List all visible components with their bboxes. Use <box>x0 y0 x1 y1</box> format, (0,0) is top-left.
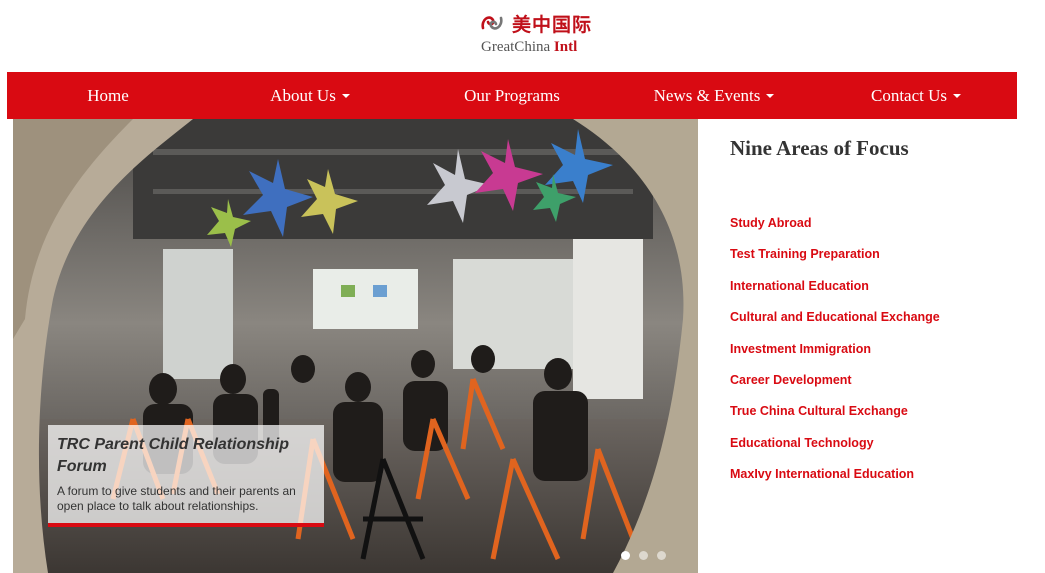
focus-link-international-education[interactable]: International Education <box>730 279 1030 310</box>
focus-link-cultural-exchange[interactable]: Cultural and Educational Exchange <box>730 310 1030 341</box>
focus-link-career-development[interactable]: Career Development <box>730 373 1030 404</box>
caret-down-icon <box>766 93 775 98</box>
nav-home-label: Home <box>87 85 129 105</box>
focus-link-study-abroad[interactable]: Study Abroad <box>730 216 1030 247</box>
focus-link-maxivy[interactable]: MaxIvy International Education <box>730 467 1030 498</box>
main-navbar: Home About Us Our Programs News & Events… <box>7 72 1017 119</box>
nav-contact-us[interactable]: Contact Us <box>815 72 1017 119</box>
focus-link-investment-immigration[interactable]: Investment Immigration <box>730 342 1030 373</box>
focus-link-test-training[interactable]: Test Training Preparation <box>730 247 1030 278</box>
site-logo[interactable]: 美中国际 GreatChina Intl <box>475 6 605 62</box>
caret-down-icon <box>953 93 962 98</box>
slide-caption-text: A forum to give students and their paren… <box>57 484 296 513</box>
carousel-dot-1[interactable] <box>621 551 630 560</box>
nav-news-events[interactable]: News & Events <box>613 72 815 119</box>
nav-home[interactable]: Home <box>7 72 209 119</box>
caret-down-icon <box>341 93 350 98</box>
carousel-dot-3[interactable] <box>657 551 666 560</box>
logo-english-name-part1: GreatChina <box>481 39 551 55</box>
logo-english-name: GreatChina Intl <box>481 39 577 56</box>
slide-caption: TRC Parent Child Relationship Forum A fo… <box>48 425 324 527</box>
focus-section: Nine Areas of Focus Study Abroad Test Tr… <box>730 136 1030 499</box>
nav-about-us[interactable]: About Us <box>209 72 411 119</box>
nav-about-us-label: About Us <box>270 85 336 105</box>
hero-carousel[interactable]: TRC Parent Child Relationship Forum A fo… <box>13 119 698 573</box>
nav-contact-us-label: Contact Us <box>870 85 948 105</box>
nav-news-events-label: News & Events <box>653 85 761 105</box>
nav-our-programs-label: Our Programs <box>464 85 560 105</box>
carousel-dot-2[interactable] <box>639 551 648 560</box>
logo-mark-icon <box>481 16 503 30</box>
focus-link-true-china[interactable]: True China Cultural Exchange <box>730 404 1030 435</box>
logo-chinese-name: 美中国际 <box>512 14 593 36</box>
focus-section-title: Nine Areas of Focus <box>730 136 909 160</box>
logo-english-name-part2: Intl <box>553 39 578 55</box>
slide-caption-title: TRC Parent Child Relationship Forum <box>57 436 290 475</box>
focus-link-educational-technology[interactable]: Educational Technology <box>730 436 1030 467</box>
focus-list: Study Abroad Test Training Preparation I… <box>730 216 1030 499</box>
carousel-indicators <box>621 551 666 560</box>
nav-our-programs[interactable]: Our Programs <box>411 72 613 119</box>
